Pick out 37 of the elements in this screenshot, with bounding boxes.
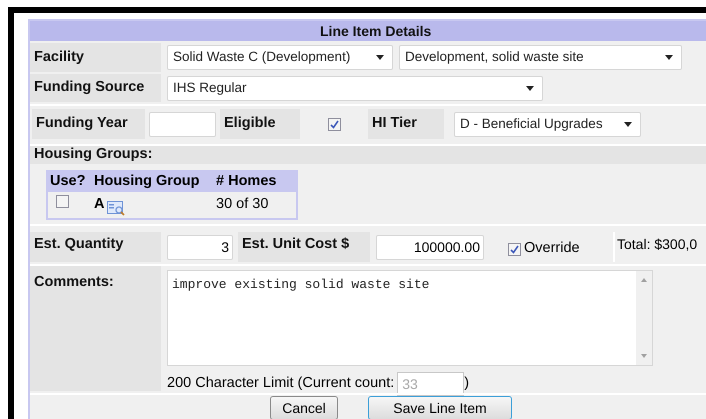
field-label: Comments: (30, 266, 161, 391)
section-header: Housing Groups: (30, 144, 706, 164)
caret-icon (376, 55, 384, 60)
caret-icon (526, 86, 534, 90)
dropdown[interactable]: Development, solid waste site (399, 45, 682, 70)
total-text: Total: $300,0 (613, 232, 698, 262)
closing-parenthesis: ) (464, 374, 470, 394)
checkbox[interactable] (56, 195, 69, 208)
checkbox[interactable] (508, 242, 521, 256)
field-label: Est. Quantity (30, 232, 161, 262)
column-header: Housing Group (94, 172, 201, 192)
comments-textarea[interactable]: improve existing solid waste site (167, 270, 653, 366)
caret-icon (665, 55, 673, 60)
dropdown[interactable]: IHS Regular (167, 76, 543, 100)
field-label: Funding Year (32, 109, 145, 139)
checkbox-label: Override (524, 239, 580, 258)
input-field[interactable]: 3 (167, 234, 233, 260)
table-cell-text: A (94, 195, 104, 214)
field-label: Funding Source (30, 74, 161, 102)
character-limit-text: 200 Character Limit (Current count: (167, 374, 394, 394)
input-field[interactable]: 100000.00 (376, 234, 484, 260)
dropdown[interactable]: Solid Waste C (Development) (167, 45, 393, 70)
checkbox[interactable] (328, 118, 340, 130)
input-field[interactable] (149, 112, 216, 136)
field-label: Est. Unit Cost $ (238, 232, 370, 262)
table-cell-text: 30 of 30 (216, 195, 270, 214)
field-label: Facility (30, 43, 161, 72)
field-label: Eligible (220, 109, 300, 139)
column-header: Use? (49, 172, 86, 192)
caret-icon (624, 122, 632, 126)
panel-title: Line Item Details (30, 21, 706, 41)
details-icon[interactable] (107, 200, 126, 216)
save-button[interactable]: Save Line Item (368, 396, 512, 419)
dropdown[interactable]: D - Beneficial Upgrades (454, 112, 641, 136)
field-label: HI Tier (368, 109, 444, 139)
column-header: # Homes (216, 172, 278, 192)
cancel-button[interactable]: Cancel (270, 396, 338, 419)
